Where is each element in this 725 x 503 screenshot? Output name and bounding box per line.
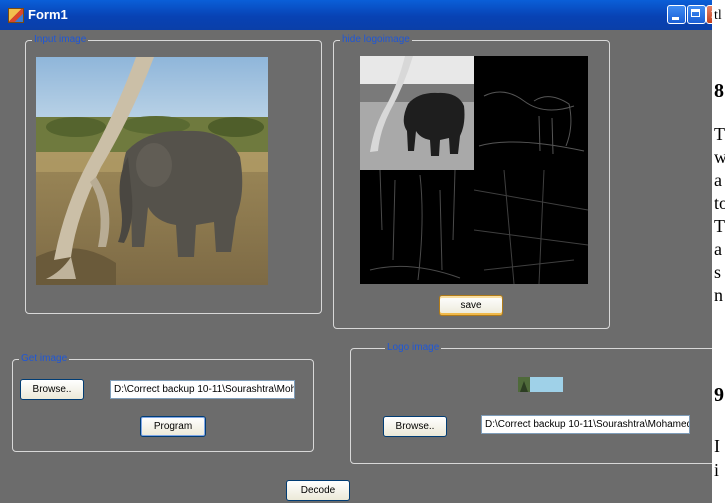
- input-image-elephant: [36, 57, 268, 285]
- background-document: tl 8 T w a to T a s n 9 I i: [712, 0, 725, 503]
- bg-text-line: a: [714, 239, 722, 259]
- bg-text-line: I: [714, 436, 720, 456]
- title-bar[interactable]: Form1 ✕: [0, 0, 712, 30]
- wavelet-approximation-image: [360, 56, 474, 170]
- bg-text-line: a: [714, 170, 722, 190]
- get-image-group: Get image: [12, 353, 314, 452]
- get-image-legend: Get image: [19, 353, 70, 365]
- program-button[interactable]: Program: [140, 416, 206, 437]
- window-title: Form1: [28, 7, 68, 22]
- wavelet-vertical-detail-image: [360, 170, 474, 284]
- logo-image-legend: Logo image: [385, 342, 442, 354]
- minimize-icon[interactable]: [667, 5, 686, 24]
- bg-heading: 8: [714, 80, 724, 102]
- hide-logo-image-legend: hide logoimage: [340, 34, 412, 46]
- logo-image-group: Logo image: [350, 342, 712, 464]
- bg-text-line: T: [714, 124, 725, 144]
- browse-logo-button[interactable]: Browse..: [383, 416, 447, 437]
- decode-button[interactable]: Decode: [286, 480, 350, 501]
- save-button[interactable]: save: [439, 295, 503, 316]
- close-icon[interactable]: ✕: [706, 5, 712, 24]
- bg-heading: 9: [714, 384, 724, 406]
- bg-text-line: tl: [714, 8, 722, 23]
- app-icon: [8, 8, 24, 23]
- bg-text-line: w: [714, 147, 725, 167]
- maximize-icon[interactable]: [687, 5, 706, 24]
- form-window: Form1 ✕ Input image: [0, 0, 712, 503]
- bg-text-line: i: [714, 460, 720, 480]
- logo-path-field[interactable]: D:\Correct backup 10-11\Sourashtra\Moham…: [481, 415, 690, 434]
- wavelet-horizontal-detail-image: [474, 56, 588, 170]
- bg-text-line: n: [714, 285, 723, 305]
- browse-image-button[interactable]: Browse..: [20, 379, 84, 400]
- bg-text-line: to: [714, 193, 725, 213]
- bg-text-line: T: [714, 216, 725, 236]
- image-path-field[interactable]: D:\Correct backup 10-11\Sourashtra\Moh: [110, 380, 295, 399]
- input-image-legend: Input image: [32, 34, 89, 46]
- logo-thumbnail-image: [518, 377, 563, 392]
- bg-text-line: s: [714, 262, 722, 282]
- wavelet-diagonal-detail-image: [474, 170, 588, 284]
